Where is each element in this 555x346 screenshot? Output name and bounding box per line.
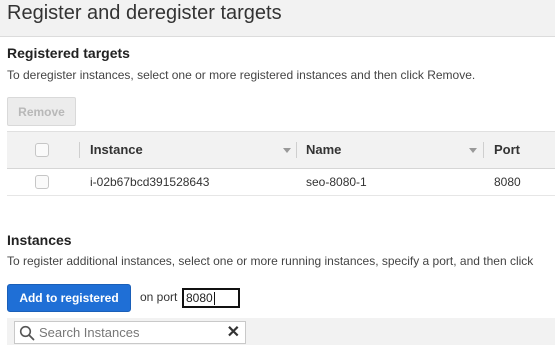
cell-instance: i-02b67bcd391528643 xyxy=(90,175,210,189)
column-divider xyxy=(483,142,484,158)
column-divider xyxy=(79,142,80,158)
text-cursor xyxy=(213,292,215,306)
add-to-registered-button[interactable]: Add to registered xyxy=(7,284,131,312)
page-title: Register and deregister targets xyxy=(7,2,282,24)
search-bar: Search Instances ✕ xyxy=(7,318,555,345)
instances-description: To register additional instances, select… xyxy=(7,254,534,268)
instances-title: Instances xyxy=(7,232,72,248)
registered-targets-description: To deregister instances, select one or m… xyxy=(7,68,476,82)
cell-name: seo-8080-1 xyxy=(306,175,367,189)
port-label: on port xyxy=(140,290,178,304)
table-header: Instance Name Port xyxy=(7,131,555,169)
search-icon xyxy=(19,325,35,346)
page-header: Register and deregister targets xyxy=(0,0,555,37)
remove-button[interactable]: Remove xyxy=(7,97,76,126)
table-row[interactable]: i-02b67bcd391528643 seo-8080-1 8080 xyxy=(7,169,555,196)
select-all-checkbox[interactable] xyxy=(35,143,49,157)
port-input[interactable]: 8080 xyxy=(182,288,240,308)
sort-caret-icon[interactable] xyxy=(283,148,291,153)
search-placeholder: Search Instances xyxy=(39,325,140,340)
column-header-port[interactable]: Port xyxy=(494,132,520,168)
sort-caret-icon[interactable] xyxy=(469,148,477,153)
row-checkbox[interactable] xyxy=(35,175,49,189)
registered-targets-table: Instance Name Port i-02b67bcd391528643 s… xyxy=(7,131,555,196)
column-header-instance[interactable]: Instance xyxy=(90,132,143,168)
registered-targets-title: Registered targets xyxy=(7,45,130,61)
close-icon[interactable]: ✕ xyxy=(227,324,240,341)
column-header-name[interactable]: Name xyxy=(306,132,341,168)
column-divider xyxy=(296,142,297,158)
port-value: 8080 xyxy=(186,291,213,305)
cell-port: 8080 xyxy=(494,175,521,189)
search-input[interactable]: Search Instances ✕ xyxy=(14,321,246,344)
